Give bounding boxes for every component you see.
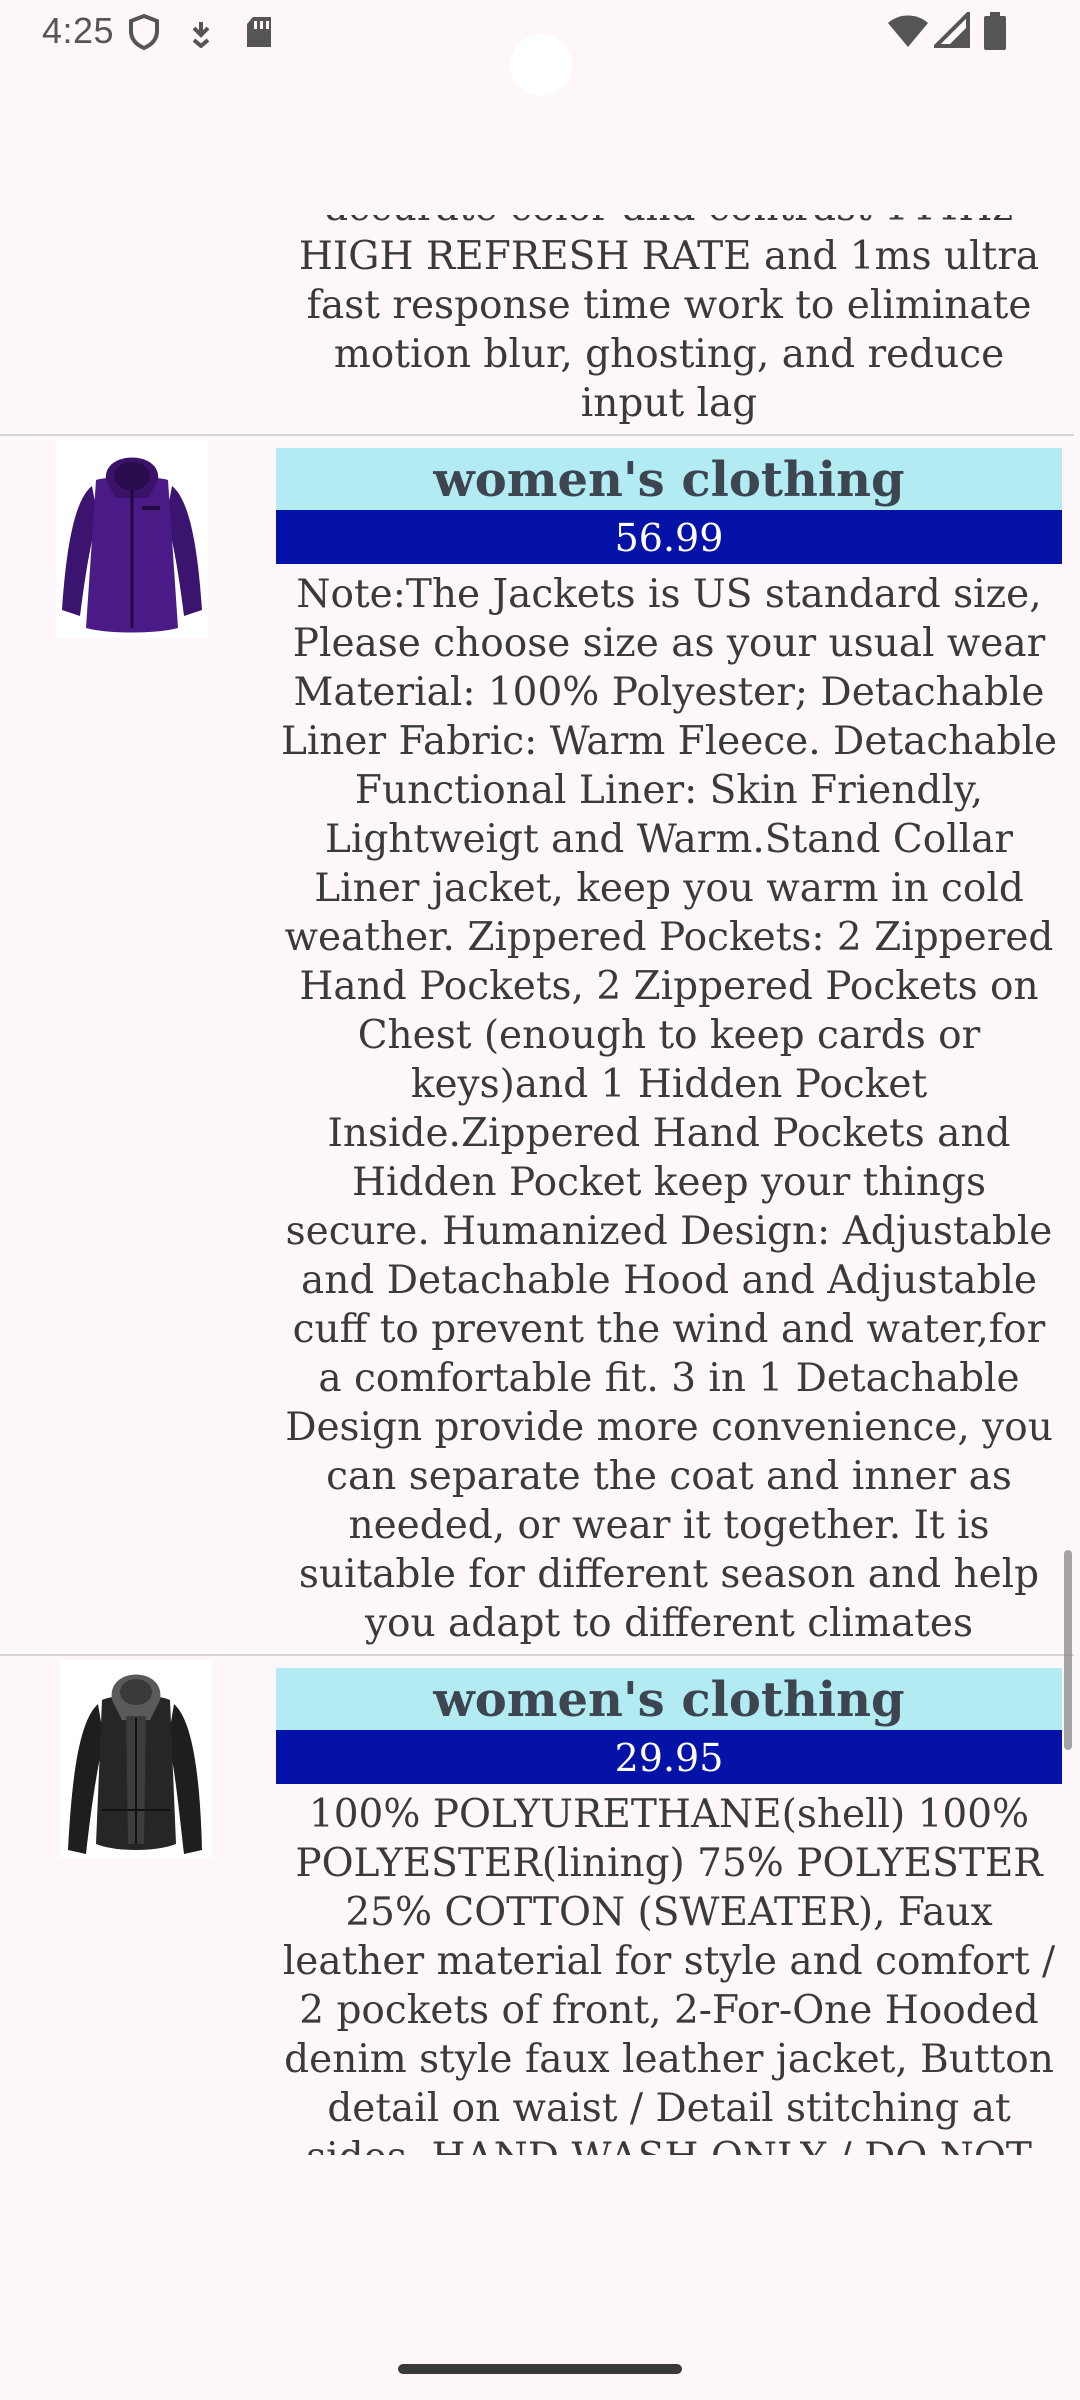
product-row[interactable]: women's clothing 29.95 100% POLYURETHANE… (0, 1656, 1080, 2155)
battery-icon (984, 12, 1006, 55)
product-category: women's clothing (276, 448, 1062, 510)
camera-cutout (510, 34, 572, 96)
wifi-icon (888, 14, 928, 53)
status-time: 4:25 (42, 10, 115, 51)
product-image (0, 436, 264, 1654)
product-category: women's clothing (276, 1668, 1062, 1730)
product-description: accurate color and contrast 144Hz HIGH R… (298, 215, 1040, 426)
scrollbar[interactable] (1064, 1550, 1072, 1750)
shield-icon (128, 13, 160, 55)
product-image (0, 1656, 264, 2155)
product-description: Note:The Jackets is US standard size, Pl… (280, 572, 1058, 1646)
product-list[interactable]: accurate color and contrast 144Hz HIGH R… (0, 215, 1080, 2155)
home-gesture-handle[interactable] (398, 2364, 682, 2374)
product-price: 29.95 (276, 1730, 1062, 1784)
signal-icon (931, 9, 970, 53)
product-row[interactable]: women's clothing 56.99 Note:The Jackets … (0, 436, 1080, 1654)
purple-jacket-icon (56, 440, 208, 638)
product-row[interactable]: accurate color and contrast 144Hz HIGH R… (0, 215, 1080, 434)
status-bar: 4:25 (0, 0, 1080, 96)
product-description: 100% POLYURETHANE(shell) 100% POLYESTER(… (282, 1792, 1056, 2155)
product-price: 56.99 (276, 510, 1062, 564)
sd-card-icon (244, 16, 274, 53)
black-leather-jacket-icon (60, 1660, 212, 1858)
download-icon (188, 20, 214, 53)
